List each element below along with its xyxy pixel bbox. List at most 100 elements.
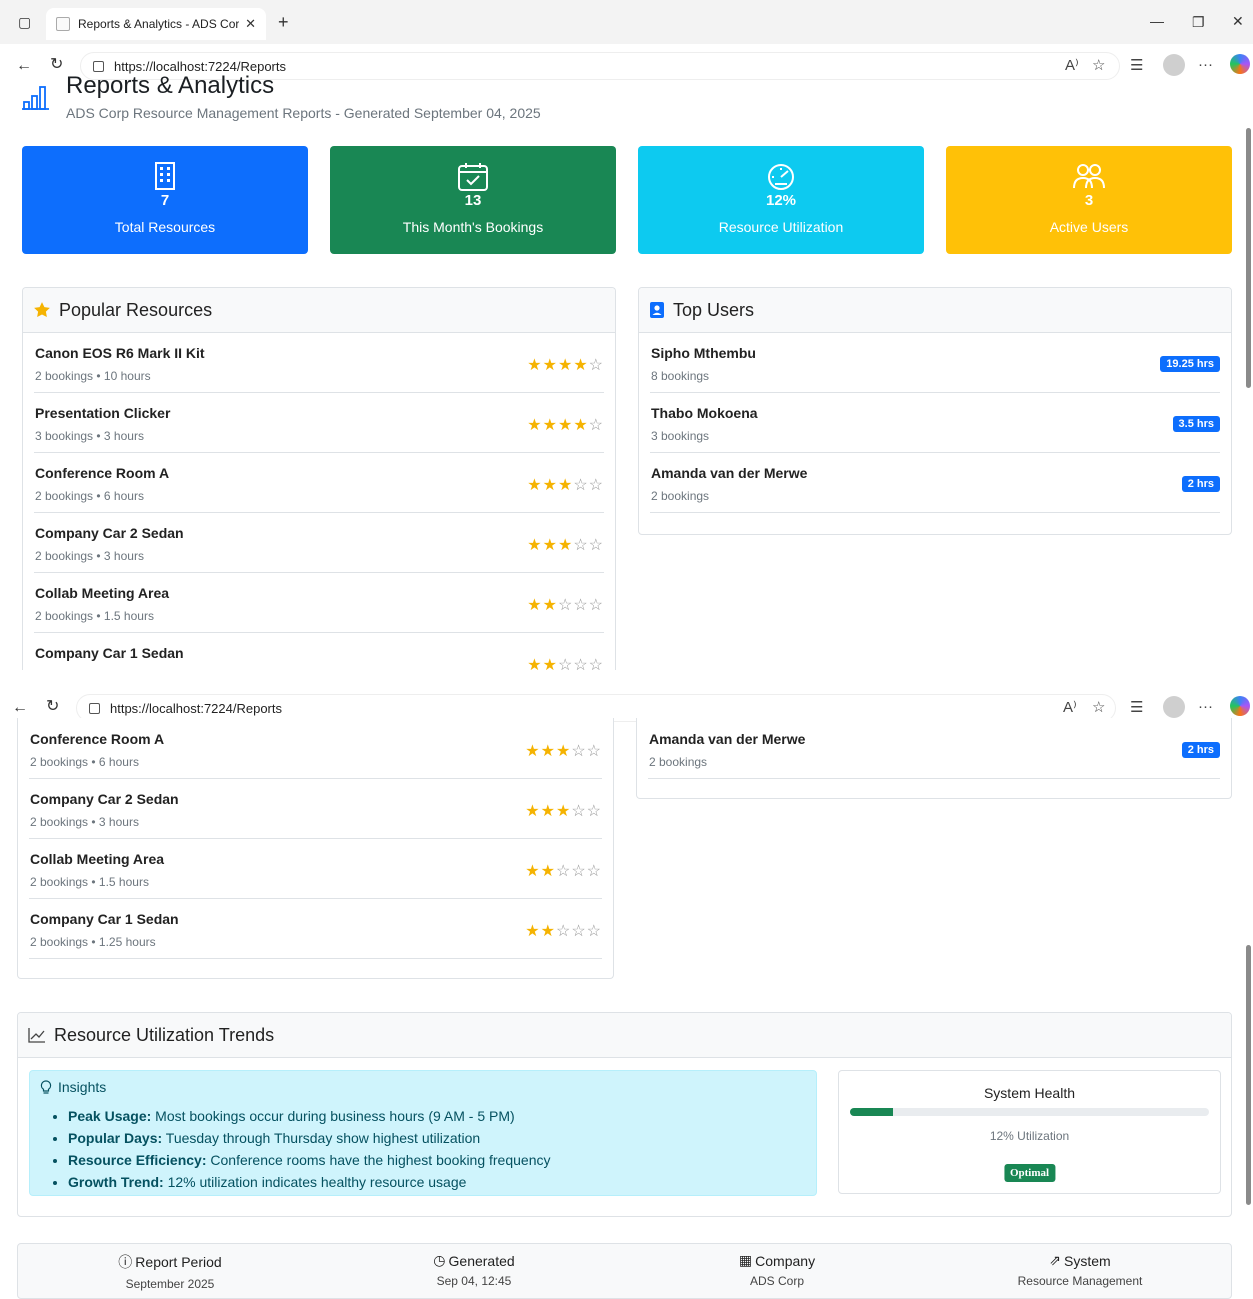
star-empty-icon: ☆: [586, 923, 602, 940]
graph-up-icon: [28, 1027, 46, 1043]
star-empty-icon: ☆: [588, 657, 604, 670]
refresh-icon[interactable]: ↻: [50, 57, 63, 73]
insight-label: Popular Days:: [68, 1130, 163, 1146]
profile-avatar[interactable]: [1163, 54, 1185, 76]
user-name: Amanda van der Merwe: [649, 731, 806, 747]
system-health-title: System Health: [983, 1085, 1076, 1101]
resource-name: Company Car 1 Sedan: [35, 645, 184, 661]
star-filled-icon: ★: [542, 417, 558, 434]
resource-row: Presentation Clicker 3 bookings • 3 hours…: [34, 393, 604, 453]
card-header: Top Users: [639, 288, 1231, 333]
more-menu-icon[interactable]: ···: [1198, 56, 1213, 73]
bar-chart-icon: [22, 86, 49, 110]
star-rating: ★★★★☆: [527, 415, 604, 435]
user-row: Amanda van der Merwe 2 bookings 2 hrs: [650, 453, 1220, 513]
resource-row: Conference Room A2 bookings • 6 hours ★★★…: [29, 719, 602, 779]
star-filled-icon: ★: [557, 537, 574, 554]
footer-report-period: ⓘ Report Period September 2025: [70, 1252, 270, 1291]
stat-label: Resource Utilization: [718, 219, 844, 235]
star-empty-icon: ☆: [588, 357, 604, 374]
resource-name: Collab Meeting Area: [35, 585, 170, 601]
user-meta: 3 bookings: [651, 429, 710, 443]
card-title: Popular Resources: [59, 299, 213, 320]
sidebar-toggle-icon[interactable]: ▢: [18, 15, 31, 29]
user-row: Sipho Mthembu 8 bookings 19.25 hrs: [650, 333, 1220, 393]
browser-tab-strip: ▢ Reports & Analytics - ADS Corp R ✕ + —…: [0, 0, 1253, 44]
favorite-star-icon[interactable]: ☆: [1092, 56, 1105, 74]
star-rating: ★★★☆☆: [527, 535, 604, 555]
footer-value: ADS Corp: [749, 1274, 805, 1288]
top-users-card-continued: Amanda van der Merwe 2 bookings 2 hrs: [636, 718, 1232, 799]
copilot-icon[interactable]: [1230, 54, 1250, 74]
insights-list: Peak Usage: Most bookings occur during b…: [68, 1105, 551, 1193]
card-header: Resource Utilization Trends: [18, 1013, 1231, 1058]
copilot-icon[interactable]: [1230, 696, 1250, 716]
new-tab-icon[interactable]: +: [278, 13, 289, 31]
resource-row: Conference Room A2 bookings • 6 hours ★★★…: [34, 453, 604, 513]
star-filled-icon: ★: [527, 417, 543, 434]
profile-avatar[interactable]: [1163, 696, 1185, 718]
star-empty-icon: ☆: [588, 477, 604, 494]
star-rating: ★★☆☆☆: [527, 655, 604, 670]
more-menu-icon[interactable]: ···: [1198, 698, 1213, 715]
footer-company: ▦ Company ADS Corp: [677, 1252, 877, 1288]
card-title: Resource Utilization Trends: [54, 1024, 275, 1045]
star-empty-icon: ☆: [557, 597, 574, 614]
back-icon[interactable]: ←: [12, 700, 28, 716]
star-filled-icon: ★: [542, 597, 558, 614]
footer-value: Resource Management: [1017, 1274, 1143, 1288]
read-aloud-icon[interactable]: A⁾: [1063, 698, 1077, 716]
close-window-icon[interactable]: ✕: [1232, 14, 1244, 28]
report-footer: ⓘ Report Period September 2025 ◷ Generated…: [17, 1243, 1232, 1299]
clock-icon: ◷: [433, 1252, 446, 1268]
user-meta: 2 bookings: [649, 755, 708, 769]
utilization-progress-bar: [850, 1108, 1209, 1116]
favorite-star-icon[interactable]: ☆: [1092, 698, 1105, 716]
star-filled-icon: ★: [525, 743, 541, 760]
favorites-list-icon[interactable]: ☰: [1130, 56, 1143, 74]
hours-badge: 19.25 hrs: [1160, 356, 1220, 372]
star-filled-icon: ★: [525, 923, 541, 940]
star-empty-icon: ☆: [555, 923, 572, 940]
star-empty-icon: ☆: [571, 923, 587, 940]
star-empty-icon: ☆: [573, 597, 589, 614]
system-health-panel: System Health 12% Utilization Optimal: [838, 1070, 1221, 1194]
star-rating: ★★☆☆☆: [525, 921, 602, 941]
footer-title: Report Period: [135, 1254, 222, 1270]
stat-label: Total Resources: [114, 219, 216, 235]
star-filled-icon: ★: [557, 417, 574, 434]
hours-badge: 2 hrs: [1181, 476, 1220, 492]
resource-name: Company Car 2 Sedan: [30, 791, 179, 807]
user-name: Amanda van der Merwe: [651, 465, 808, 481]
restore-icon[interactable]: ❐: [1192, 15, 1205, 29]
footer-value: September 2025: [125, 1277, 215, 1291]
star-filled-icon: ★: [542, 357, 558, 374]
star-filled-icon: ★: [542, 657, 558, 670]
utilization-progress-fill: [850, 1108, 894, 1116]
insight-item: Growth Trend: 12% utilization indicates …: [68, 1171, 551, 1193]
scrollbar[interactable]: [1244, 725, 1253, 1298]
scrollbar[interactable]: [1244, 78, 1253, 670]
refresh-icon[interactable]: ↻: [46, 699, 59, 715]
star-empty-icon: ☆: [555, 863, 572, 880]
star-empty-icon: ☆: [588, 597, 604, 614]
star-filled-icon: ★: [555, 803, 572, 820]
star-filled-icon: ★: [527, 597, 543, 614]
browser-tab[interactable]: Reports & Analytics - ADS Corp R ✕: [46, 8, 266, 40]
back-icon[interactable]: ←: [16, 58, 32, 74]
status-badge: Optimal: [1003, 1164, 1056, 1182]
favorites-list-icon[interactable]: ☰: [1130, 698, 1143, 716]
read-aloud-icon[interactable]: A⁾: [1065, 56, 1079, 74]
scrollbar-thumb[interactable]: [1246, 128, 1251, 388]
footer-value: Sep 04, 12:45: [436, 1274, 512, 1288]
star-filled-icon: ★: [527, 537, 543, 554]
close-tab-icon[interactable]: ✕: [245, 16, 256, 32]
resource-name: Company Car 2 Sedan: [35, 525, 184, 541]
insight-label: Resource Efficiency:: [68, 1152, 207, 1168]
star-filled-icon: ★: [540, 803, 556, 820]
star-filled-icon: ★: [542, 537, 558, 554]
scrollbar-thumb[interactable]: [1246, 945, 1251, 1205]
user-meta: 2 bookings: [651, 489, 710, 503]
minimize-icon[interactable]: —: [1150, 14, 1164, 28]
star-filled-icon: ★: [573, 417, 589, 434]
